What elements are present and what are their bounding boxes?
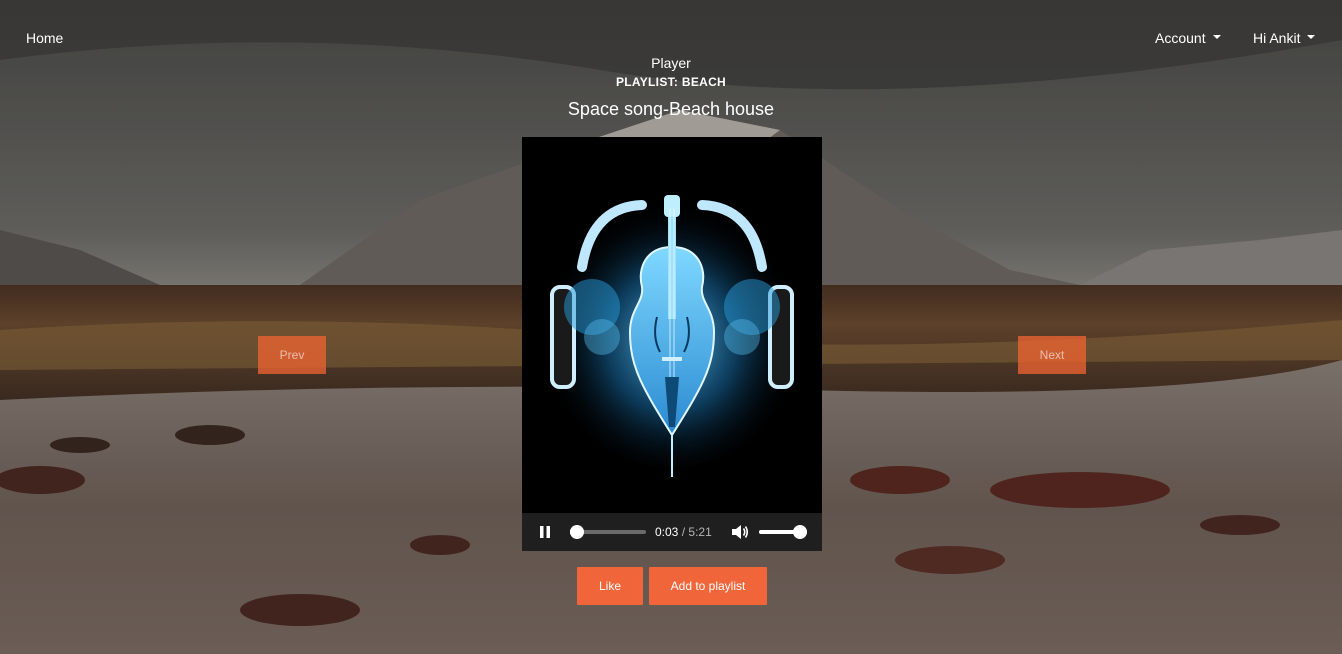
prev-button[interactable]: Prev bbox=[258, 336, 326, 374]
pause-icon[interactable] bbox=[538, 525, 552, 539]
nav-user-label: Hi Ankit bbox=[1253, 30, 1301, 46]
nav-user-dropdown[interactable]: Hi Ankit bbox=[1253, 30, 1316, 46]
volume-icon[interactable] bbox=[731, 524, 749, 540]
volume-thumb[interactable] bbox=[793, 525, 807, 539]
like-button[interactable]: Like bbox=[577, 567, 643, 605]
volume-slider[interactable] bbox=[759, 524, 807, 540]
caret-down-icon bbox=[1212, 35, 1221, 40]
seek-thumb[interactable] bbox=[570, 525, 584, 539]
next-button[interactable]: Next bbox=[1018, 336, 1086, 374]
current-time: 0:03 bbox=[655, 525, 679, 539]
time-display: 0:03 / 5:21 bbox=[655, 525, 712, 539]
album-cover bbox=[522, 137, 822, 513]
audio-controls: 0:03 / 5:21 bbox=[522, 513, 822, 551]
duration: 5:21 bbox=[688, 525, 712, 539]
add-to-playlist-button[interactable]: Add to playlist bbox=[649, 567, 767, 605]
caret-down-icon bbox=[1307, 35, 1316, 40]
time-separator: / bbox=[681, 525, 686, 539]
playlist-label: PLAYLIST: BEACH bbox=[615, 75, 727, 89]
page-title: Player bbox=[651, 55, 691, 71]
cello-headphones-artwork bbox=[522, 137, 822, 513]
nav-account-label: Account bbox=[1155, 30, 1206, 46]
seek-slider[interactable] bbox=[570, 524, 646, 540]
nav-home-link[interactable]: Home bbox=[26, 30, 63, 46]
song-title: Space song-Beach house bbox=[567, 99, 775, 119]
nav-account-dropdown[interactable]: Account bbox=[1155, 30, 1221, 46]
